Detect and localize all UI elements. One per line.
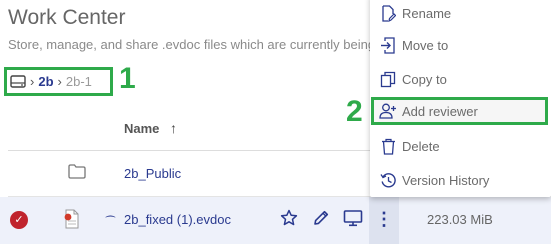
sync-status-icon: ⁔ [106, 206, 115, 218]
menu-item-label: Delete [402, 138, 440, 154]
table-row[interactable]: ✓ ⁔ 2b_fixed (1).evdoc ⋮ 223.03 MiB [0, 197, 551, 244]
breadcrumb-item-2b[interactable]: 2b [38, 74, 53, 89]
evdoc-file-icon [64, 209, 80, 234]
star-icon[interactable] [280, 209, 298, 232]
menu-item-label: Version History [402, 172, 490, 188]
column-header-name[interactable]: Name [124, 121, 159, 136]
folder-name-link[interactable]: 2b_Public [124, 166, 181, 181]
file-size: 223.03 MiB [427, 212, 493, 227]
context-menu: Rename Move to Copy to Add reviewer Dele… [370, 0, 551, 197]
chevron-right-icon: › [57, 74, 62, 89]
move-to-icon [379, 36, 397, 54]
menu-item-label: Rename [402, 5, 452, 21]
page-subtitle: Store, manage, and share .evdoc files wh… [8, 37, 370, 52]
trash-icon [379, 137, 397, 155]
chevron-right-icon: › [30, 74, 35, 89]
add-reviewer-icon [379, 102, 397, 120]
menu-item-copy-to[interactable]: Copy to [370, 64, 551, 94]
menu-item-add-reviewer[interactable]: Add reviewer [371, 97, 548, 125]
menu-item-version-history[interactable]: Version History [370, 165, 551, 195]
file-name-link[interactable]: 2b_fixed (1).evdoc [124, 212, 231, 227]
copy-icon [379, 70, 397, 88]
breadcrumb-item-2b-1: 2b-1 [65, 74, 92, 89]
menu-item-label: Add reviewer [402, 103, 478, 119]
menu-item-delete[interactable]: Delete [370, 131, 551, 161]
drive-icon[interactable] [10, 75, 26, 88]
history-icon [379, 171, 397, 189]
menu-item-label: Copy to [402, 71, 447, 87]
more-options-icon[interactable]: ⋮ [369, 197, 399, 244]
breadcrumb: › 2b › 2b-1 [4, 67, 113, 96]
table-row[interactable]: 2b_Public [8, 151, 370, 196]
folder-icon [68, 164, 86, 184]
annotation-number-1: 1 [119, 62, 136, 95]
annotation-number-2: 2 [346, 95, 363, 128]
page-title: Work Center [8, 6, 126, 29]
menu-item-label: Move to [402, 37, 449, 53]
monitor-icon[interactable] [343, 209, 363, 232]
checkmark-icon[interactable]: ✓ [10, 211, 28, 229]
rename-icon [379, 4, 397, 22]
menu-item-move-to[interactable]: Move to [370, 30, 551, 60]
menu-item-rename[interactable]: Rename [370, 0, 551, 28]
sort-ascending-icon[interactable]: ↑ [170, 120, 177, 136]
edit-pencil-icon[interactable] [312, 209, 330, 232]
